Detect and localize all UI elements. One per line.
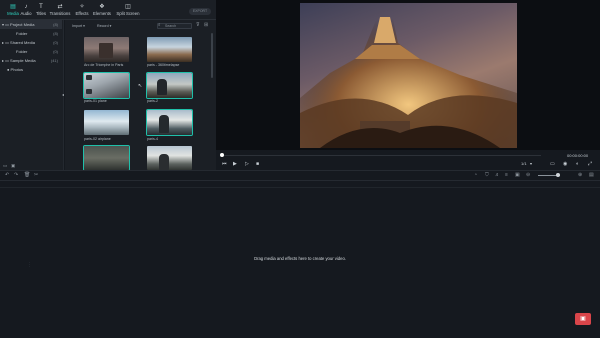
play-icon[interactable]: ▶ xyxy=(233,161,237,167)
player-controls xyxy=(216,150,600,172)
clip-thumbnail[interactable] xyxy=(84,110,129,135)
zoom-out-icon[interactable]: ⊖ xyxy=(526,172,530,179)
timeline-drop-hint: Drag media and effects here to create yo… xyxy=(254,256,346,261)
tab-label: Titles xyxy=(35,11,47,16)
library-item-label: Shared Media xyxy=(10,40,35,45)
volume-icon[interactable]: ◐ xyxy=(576,161,579,167)
clip-thumbnail[interactable] xyxy=(147,73,192,98)
split-screen-icon: ◫ xyxy=(125,4,131,10)
zoom-slider-handle[interactable] xyxy=(556,173,560,177)
collapse-arrow-icon[interactable]: ◂ xyxy=(62,92,64,97)
clip-thumbnail[interactable] xyxy=(147,110,192,135)
library-item-folder[interactable]: Folder (8) xyxy=(0,29,62,38)
tab-label: Effects xyxy=(75,11,89,16)
zoom-in-icon[interactable]: ⊕ xyxy=(578,172,582,179)
clip-label: paris-4 xyxy=(147,137,158,141)
elements-icon: ❖ xyxy=(99,4,105,10)
mouse-cursor-icon: ↖ xyxy=(138,83,143,89)
folder-icon: ▭ xyxy=(5,22,9,27)
library-item-label: Project Media xyxy=(10,22,35,27)
photos-icon: ● xyxy=(7,67,10,72)
step-back-icon[interactable]: ⏮ xyxy=(222,161,227,167)
library-item-label: Folder xyxy=(16,31,28,36)
library-item-count: (0) xyxy=(53,40,58,45)
import-dropdown[interactable]: Import ▾ xyxy=(72,24,85,28)
clip-thumbnail[interactable] xyxy=(147,146,192,170)
new-folder-icon[interactable]: ▭ xyxy=(3,163,7,169)
timecode-display: 00:00:00:00 xyxy=(567,153,589,158)
tab-elements[interactable]: ❖ Elements xyxy=(89,3,115,19)
redo-icon[interactable]: ↷ xyxy=(14,172,18,179)
tab-label: Split Screen xyxy=(116,11,140,16)
grid-view-icon[interactable]: ⊞ xyxy=(204,22,208,28)
library-item-count: (8) xyxy=(53,31,58,36)
folder-add-icon[interactable]: ▣ xyxy=(11,163,15,169)
library-item-photos[interactable]: ● Photos xyxy=(0,65,62,74)
monitor-icon[interactable]: ▭ xyxy=(550,161,555,167)
play-icon[interactable]: ▷ xyxy=(245,161,249,167)
timeline-ruler[interactable] xyxy=(0,182,600,188)
undo-icon[interactable]: ↶ xyxy=(5,172,9,179)
preview-playhead[interactable] xyxy=(220,153,224,157)
clip-thumbnail[interactable] xyxy=(84,37,129,62)
search-icon: ⌕ xyxy=(158,22,161,27)
preview-frame xyxy=(300,3,517,148)
clip-label: Arc de Triomphe in Paris xyxy=(84,63,124,67)
library-item-label: Photos xyxy=(10,67,23,72)
clip-thumbnail[interactable] xyxy=(84,73,129,98)
media-scrollbar[interactable] xyxy=(211,33,213,78)
delete-icon[interactable]: 🗑 xyxy=(24,172,30,179)
chevron-down-icon[interactable]: ▾ xyxy=(2,22,4,27)
library-item-count: (8) xyxy=(53,22,58,27)
chevron-right-icon[interactable]: ▸ xyxy=(2,40,4,45)
filter-icon[interactable]: ⊽ xyxy=(196,22,200,28)
clip-label: paris-02 airplane xyxy=(84,137,111,141)
folder-icon: ▭ xyxy=(5,58,9,63)
folder-icon: ▭ xyxy=(5,40,9,45)
microphone-icon[interactable]: ♬ xyxy=(495,172,500,179)
stop-icon[interactable]: ■ xyxy=(256,161,259,167)
search-input[interactable]: Search xyxy=(157,23,192,29)
audio-mix-icon[interactable]: ≡ xyxy=(505,172,508,179)
clip-label: paris-2 xyxy=(147,99,158,103)
library-item-label: Folder xyxy=(16,49,28,54)
library-item-count: (0) xyxy=(53,49,58,54)
storyboard-icon[interactable]: ▣ xyxy=(515,172,520,179)
render-icon[interactable]: ◔ xyxy=(474,172,477,179)
export-button[interactable]: EXPORT xyxy=(189,8,211,15)
track-handle-icon[interactable]: ⋮ xyxy=(27,262,32,268)
clip-thumbnail[interactable] xyxy=(84,146,129,170)
notification-icon[interactable]: ▣ xyxy=(575,313,591,325)
library-item-project-media[interactable]: ▾ ▭ Project Media (8) xyxy=(0,20,62,29)
playback-speed[interactable]: 1/1 xyxy=(521,161,527,167)
library-item-label: Sample Media xyxy=(10,58,36,63)
camera-icon[interactable]: ◉ xyxy=(563,161,567,167)
clip-thumbnail[interactable] xyxy=(147,37,192,62)
fullscreen-icon[interactable]: ⤢ xyxy=(588,161,592,167)
clip-label: paris - 360timelapse xyxy=(147,63,180,67)
eiffel-tower-image xyxy=(300,3,517,148)
shield-icon[interactable]: ⛉ xyxy=(485,172,489,179)
menu-icon[interactable]: ▤ xyxy=(589,172,594,179)
chevron-right-icon[interactable]: ▸ xyxy=(2,58,4,63)
tab-split-screen[interactable]: ◫ Split Screen xyxy=(113,3,143,19)
preview-progress-bar[interactable] xyxy=(221,155,541,156)
tab-label: Elements xyxy=(93,11,111,16)
tab-label: Transitions xyxy=(49,11,71,16)
library-item-count: (41) xyxy=(50,58,58,63)
library-item-folder[interactable]: Folder (0) xyxy=(0,47,62,56)
chevron-down-icon[interactable]: ▾ xyxy=(530,161,532,167)
library-item-sample-media[interactable]: ▸ ▭ Sample Media (41) xyxy=(0,56,62,65)
record-dropdown[interactable]: Record ▾ xyxy=(97,24,111,28)
timeline-toolbar xyxy=(0,170,600,181)
cut-icon[interactable]: ✂ xyxy=(34,172,38,179)
library-item-shared-media[interactable]: ▸ ▭ Shared Media (0) xyxy=(0,38,62,47)
clip-label: paris-01 plane xyxy=(84,99,107,103)
